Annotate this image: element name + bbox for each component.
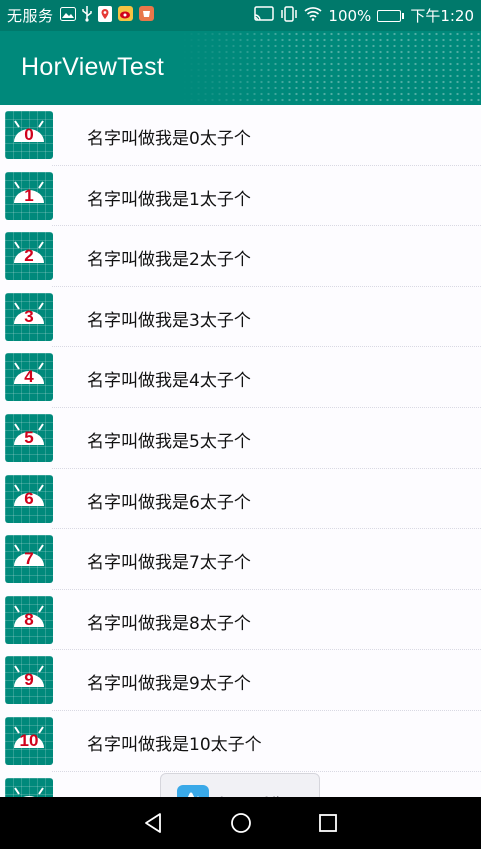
item-label: 名字叫做我是5太子个 (87, 431, 251, 452)
item-label: 名字叫做我是4太子个 (87, 371, 251, 392)
android-thumbnail-icon: 4 (5, 353, 53, 402)
item-label: 名字叫做我是0太子个 (87, 129, 251, 149)
item-label: 名字叫做我是1太子个 (87, 189, 251, 210)
list-item[interactable]: 8 名字叫做我是8太子个 (0, 590, 481, 651)
status-time: 下午1:20 (410, 7, 474, 25)
app-icon (138, 6, 154, 25)
vibrate-icon (280, 5, 298, 26)
item-number: 8 (24, 609, 34, 629)
android-thumbnail-icon: 8 (5, 595, 53, 644)
back-icon[interactable] (143, 812, 165, 834)
app-bar-decoration (181, 31, 481, 105)
item-label: 名字叫做我是7太子个 (87, 553, 251, 574)
item-number: 2 (24, 246, 34, 266)
item-number: 1 (24, 185, 34, 205)
item-number: 4 (24, 367, 34, 387)
cast-icon (254, 6, 275, 25)
usb-icon (81, 5, 92, 26)
item-label: 名字叫做我是9太子个 (87, 674, 251, 695)
list-item[interactable]: 4 名字叫做我是4太子个 (0, 347, 481, 408)
list-item[interactable]: 2 名字叫做我是2太子个 (0, 226, 481, 287)
android-thumbnail-icon: 1 (5, 171, 53, 220)
item-number: 6 (24, 488, 34, 508)
android-thumbnail-icon: 7 (5, 535, 53, 584)
list-item[interactable]: 7 名字叫做我是7太子个 (0, 529, 481, 590)
android-thumbnail-icon: 6 (5, 474, 53, 523)
home-icon[interactable] (230, 812, 252, 834)
item-number: 3 (24, 306, 34, 326)
android-thumbnail-icon: 3 (5, 292, 53, 341)
list-item[interactable]: 10 名字叫做我是10太子个 (0, 711, 481, 772)
android-thumbnail-icon: 9 (5, 656, 53, 705)
status-left: 无服务 (7, 5, 154, 26)
item-label: 名字叫做我是2太子个 (87, 250, 251, 271)
app-title: HorViewTest (21, 53, 165, 81)
item-list[interactable]: 0 名字叫做我是0太子个 1 名字叫做我是1太子个 2 名字叫做我是2太子个 3 名字叫做我是… (0, 105, 481, 832)
item-number: 5 (24, 427, 34, 447)
battery-icon (377, 9, 405, 22)
status-right: 100% 下午1:20 (254, 5, 474, 26)
list-item[interactable]: 5 名字叫做我是5太子个 (0, 408, 481, 469)
list-item[interactable]: 0 名字叫做我是0太子个 (0, 105, 481, 166)
android-thumbnail-icon: 2 (5, 232, 53, 281)
list-item[interactable]: 6 名字叫做我是6太子个 (0, 469, 481, 530)
android-thumbnail-icon: 5 (5, 413, 53, 462)
item-number: 0 (24, 125, 34, 144)
item-label: 名字叫做我是10太子个 (87, 734, 262, 755)
status-bar: 无服务 100% 下午1:20 (0, 0, 481, 31)
list-item[interactable]: 1 名字叫做我是1太子个 (0, 166, 481, 227)
wifi-icon (304, 6, 322, 25)
weibo-icon (117, 6, 133, 25)
navigation-bar (0, 797, 481, 849)
app-bar: HorViewTest (0, 31, 481, 105)
android-thumbnail-icon: 0 (5, 111, 53, 159)
list-item[interactable]: 3 名字叫做我是3太子个 (0, 287, 481, 348)
item-number: 9 (24, 670, 34, 690)
item-label: 名字叫做我是8太子个 (87, 613, 251, 634)
carrier-text: 无服务 (7, 7, 54, 25)
image-icon (59, 6, 76, 25)
item-label: 名字叫做我是6太子个 (87, 492, 251, 513)
item-label: 名字叫做我是3太子个 (87, 310, 251, 331)
battery-percent: 100% (328, 6, 372, 25)
android-thumbnail-icon: 10 (5, 716, 53, 765)
map-pin-icon (97, 5, 112, 26)
item-number: 10 (19, 730, 39, 750)
phone-screen: 无服务 100% 下午1:20 HorViewTest 0 名字叫做我是0太子个… (0, 0, 481, 849)
item-number: 7 (24, 549, 34, 569)
recents-icon[interactable] (317, 812, 339, 834)
list-item[interactable]: 9 名字叫做我是9太子个 (0, 650, 481, 711)
